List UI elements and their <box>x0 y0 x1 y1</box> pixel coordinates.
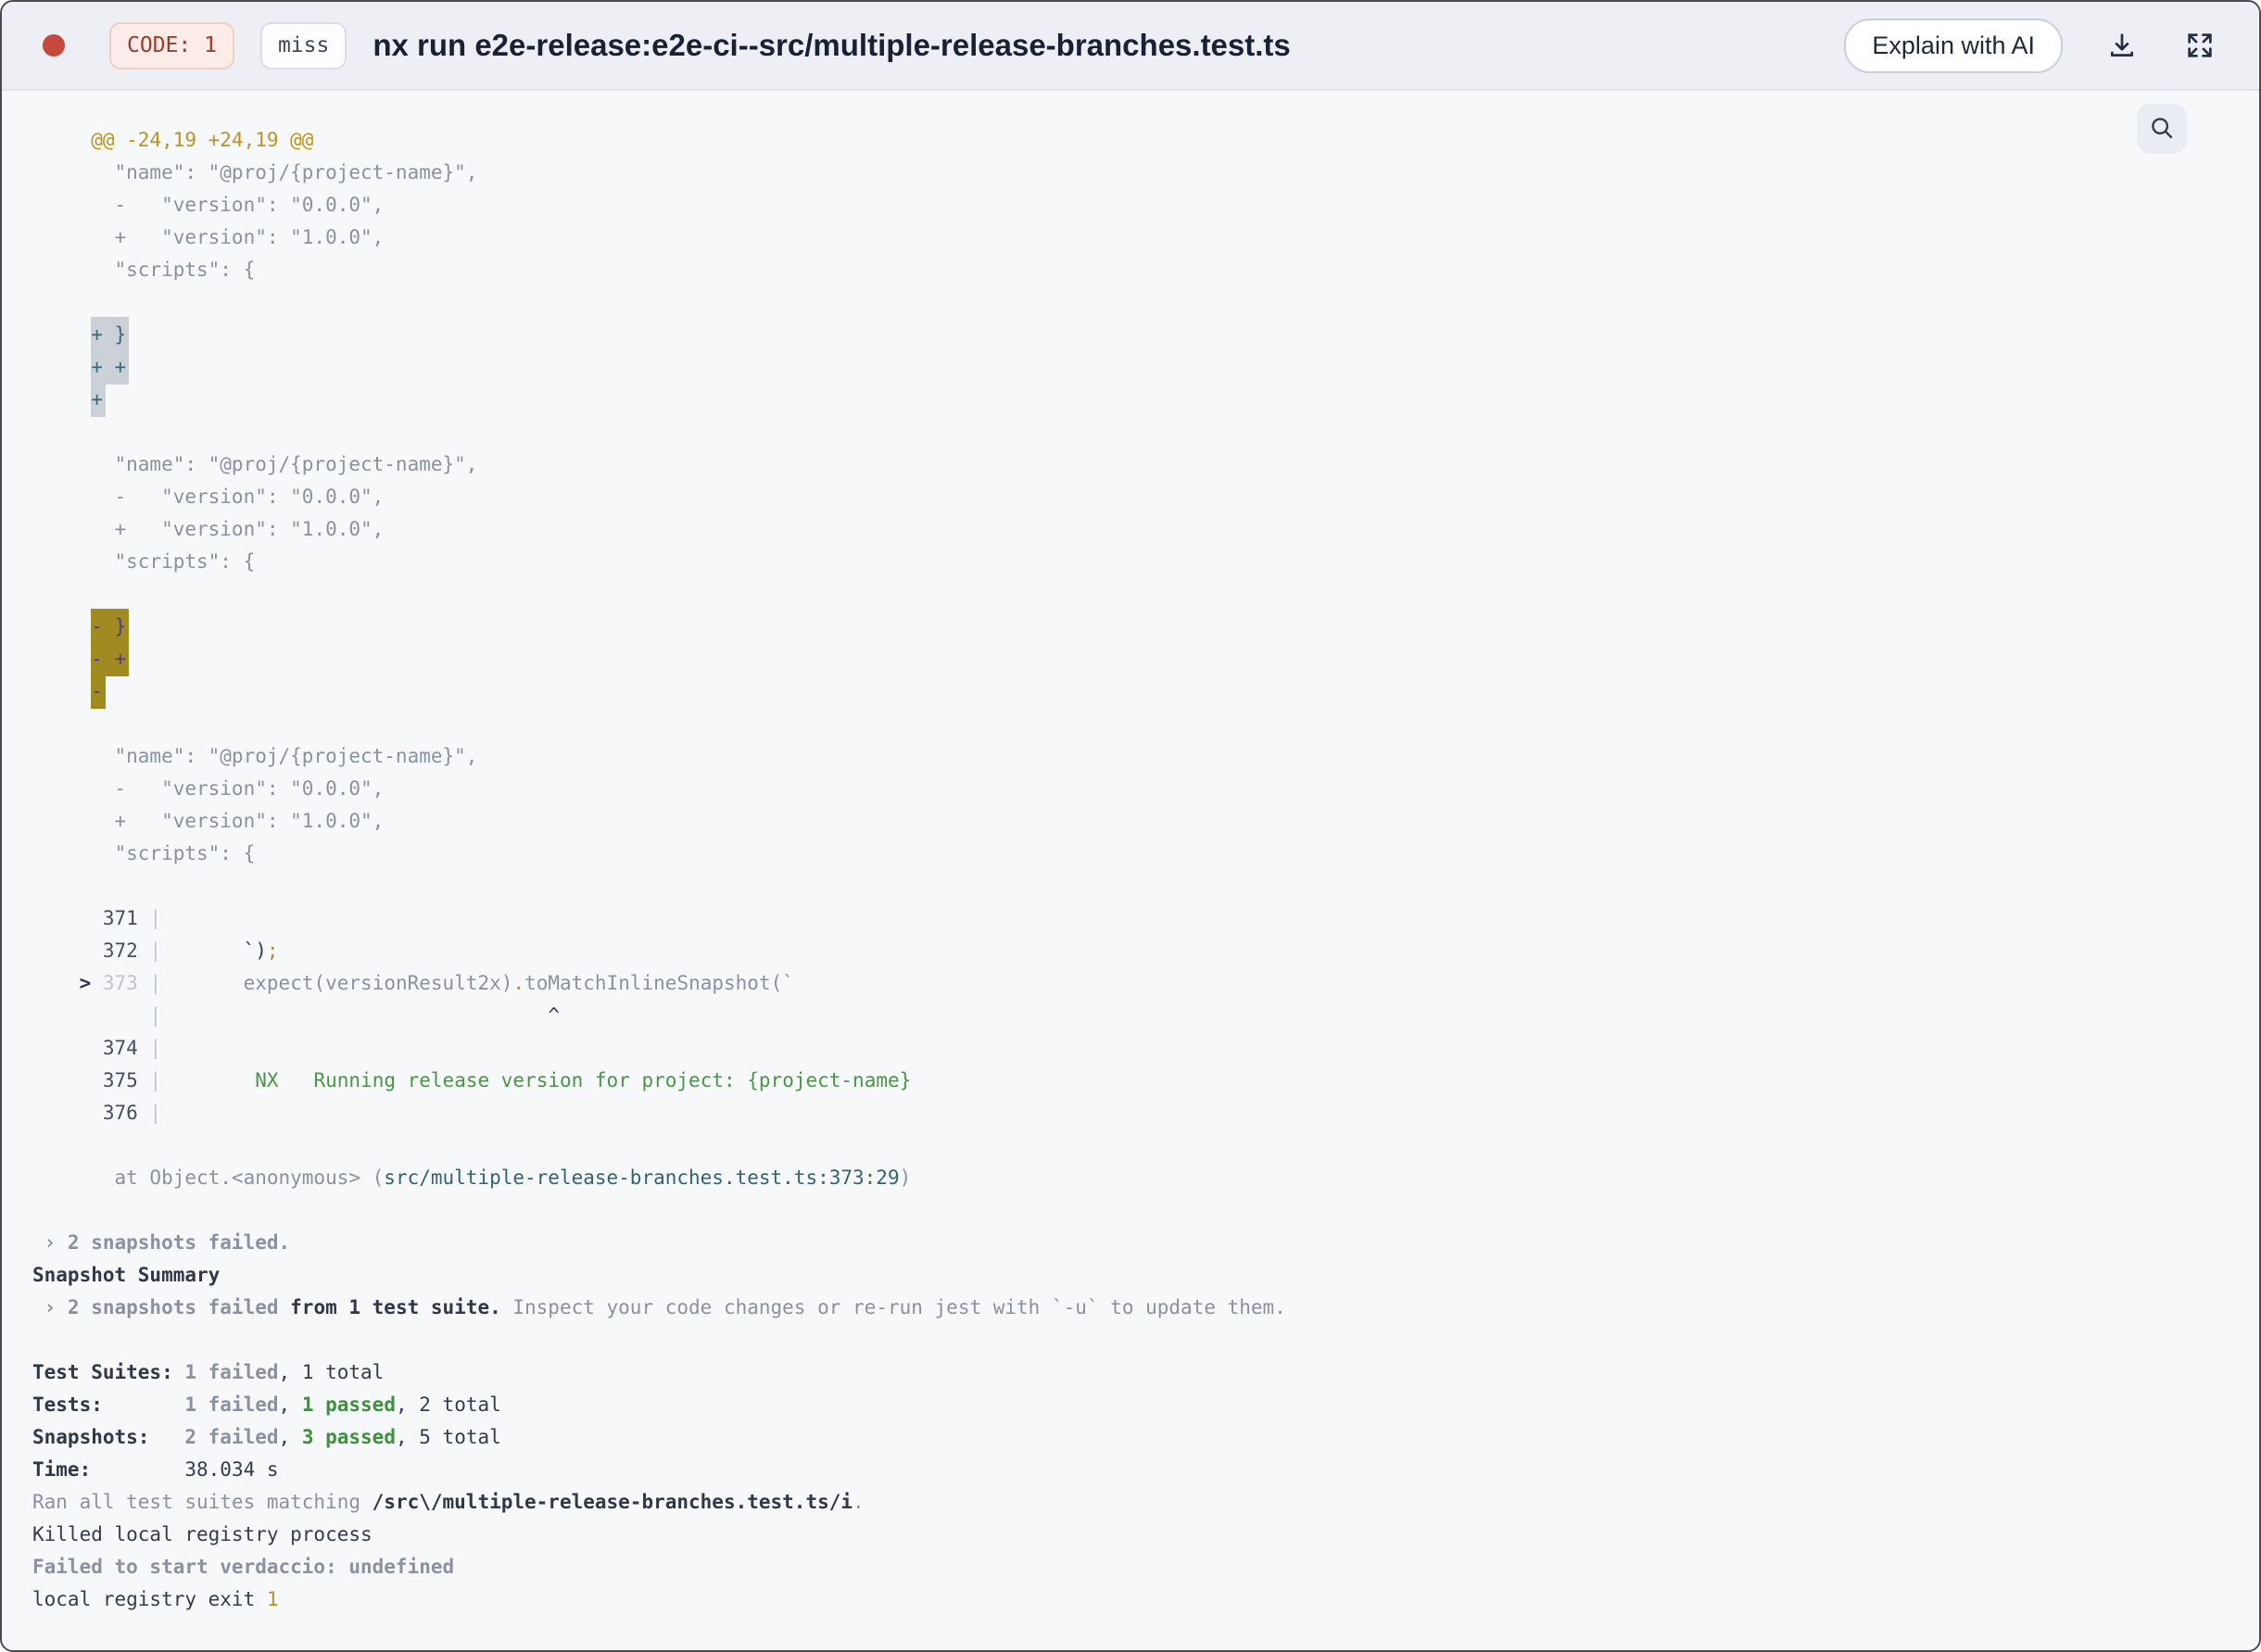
log-line: - <box>32 674 2222 709</box>
cache-miss-badge: miss <box>259 21 347 69</box>
log-line: - "version": "0.0.0", <box>32 486 385 508</box>
download-icon <box>2106 30 2138 61</box>
log-line: 374 | <box>102 1037 162 1059</box>
log-line: Test Suites: 1 failed, 1 total <box>32 1361 385 1383</box>
log-viewer-window: CODE: 1 miss nx run e2e-release:e2e-ci--… <box>0 0 2261 1652</box>
log-line: 371 | <box>102 907 162 929</box>
log-line: Tests: 1 failed, 1 passed, 2 total <box>32 1393 501 1416</box>
log-line: "scripts": { <box>32 842 256 864</box>
log-line: + + <box>32 349 2222 385</box>
log-line: 376 | <box>102 1102 162 1124</box>
explain-with-ai-button[interactable]: Explain with AI <box>1844 18 2063 73</box>
log-line: Snapshot Summary <box>32 1264 221 1286</box>
log-line: + "version": "1.0.0", <box>32 810 385 832</box>
log-line: Failed to start verdaccio: undefined <box>32 1556 455 1578</box>
log-line: | ^ <box>149 1004 560 1027</box>
log-line: Killed local registry process <box>32 1523 373 1545</box>
header-actions: Explain with AI <box>1844 18 2218 73</box>
log-line: "scripts": { <box>32 550 256 573</box>
log-line: › 2 snapshots failed. <box>32 1231 291 1254</box>
log-line: "scripts": { <box>32 259 256 281</box>
log-header: CODE: 1 miss nx run e2e-release:e2e-ci--… <box>2 2 2259 91</box>
log-line: + "version": "1.0.0", <box>32 226 385 248</box>
task-title: nx run e2e-release:e2e-ci--src/multiple-… <box>373 28 1291 62</box>
log-line: Time: 38.034 s <box>32 1458 279 1481</box>
log-line: - "version": "0.0.0", <box>32 194 385 216</box>
log-line: + } <box>32 317 2222 352</box>
status-dot <box>43 34 65 57</box>
log-line: local registry exit 1 <box>32 1588 279 1610</box>
log-line: at Object.<anonymous> (src/multiple-rele… <box>32 1166 912 1189</box>
search-icon <box>2148 114 2176 145</box>
log-line: + <box>32 382 2222 417</box>
log-line: Snapshots: 2 failed, 3 passed, 5 total <box>32 1426 501 1448</box>
fullscreen-button[interactable] <box>2181 27 2218 64</box>
log-content: @@ -24,19 +24,19 @@ "name": "@proj/{proj… <box>2 91 2259 1650</box>
log-line: Ran all test suites matching /src\/multi… <box>32 1491 865 1513</box>
log-line: "name": "@proj/{project-name}", <box>32 161 478 183</box>
log-line: "name": "@proj/{project-name}", <box>32 453 478 475</box>
log-line: - } <box>32 609 2222 644</box>
terminal-log: @@ -24,19 +24,19 @@ "name": "@proj/{proj… <box>2 91 2259 1650</box>
log-line: > 373 | expect(versionResult2x).toMatchI… <box>79 972 794 994</box>
log-line: 372 | `); <box>102 939 279 962</box>
log-line: 375 | NX Running release version for pro… <box>102 1069 912 1091</box>
log-line: - + <box>32 641 2222 676</box>
log-line: › 2 snapshots failed from 1 test suite. … <box>32 1296 1286 1318</box>
log-line: "name": "@proj/{project-name}", <box>32 745 478 767</box>
download-log-button[interactable] <box>2103 27 2141 64</box>
log-line: @@ -24,19 +24,19 @@ <box>32 129 314 151</box>
search-log-button[interactable] <box>2137 104 2187 154</box>
exit-code-badge: CODE: 1 <box>109 21 234 69</box>
log-line: - "version": "0.0.0", <box>32 777 385 800</box>
expand-icon <box>2184 30 2216 61</box>
log-line: + "version": "1.0.0", <box>32 518 385 540</box>
